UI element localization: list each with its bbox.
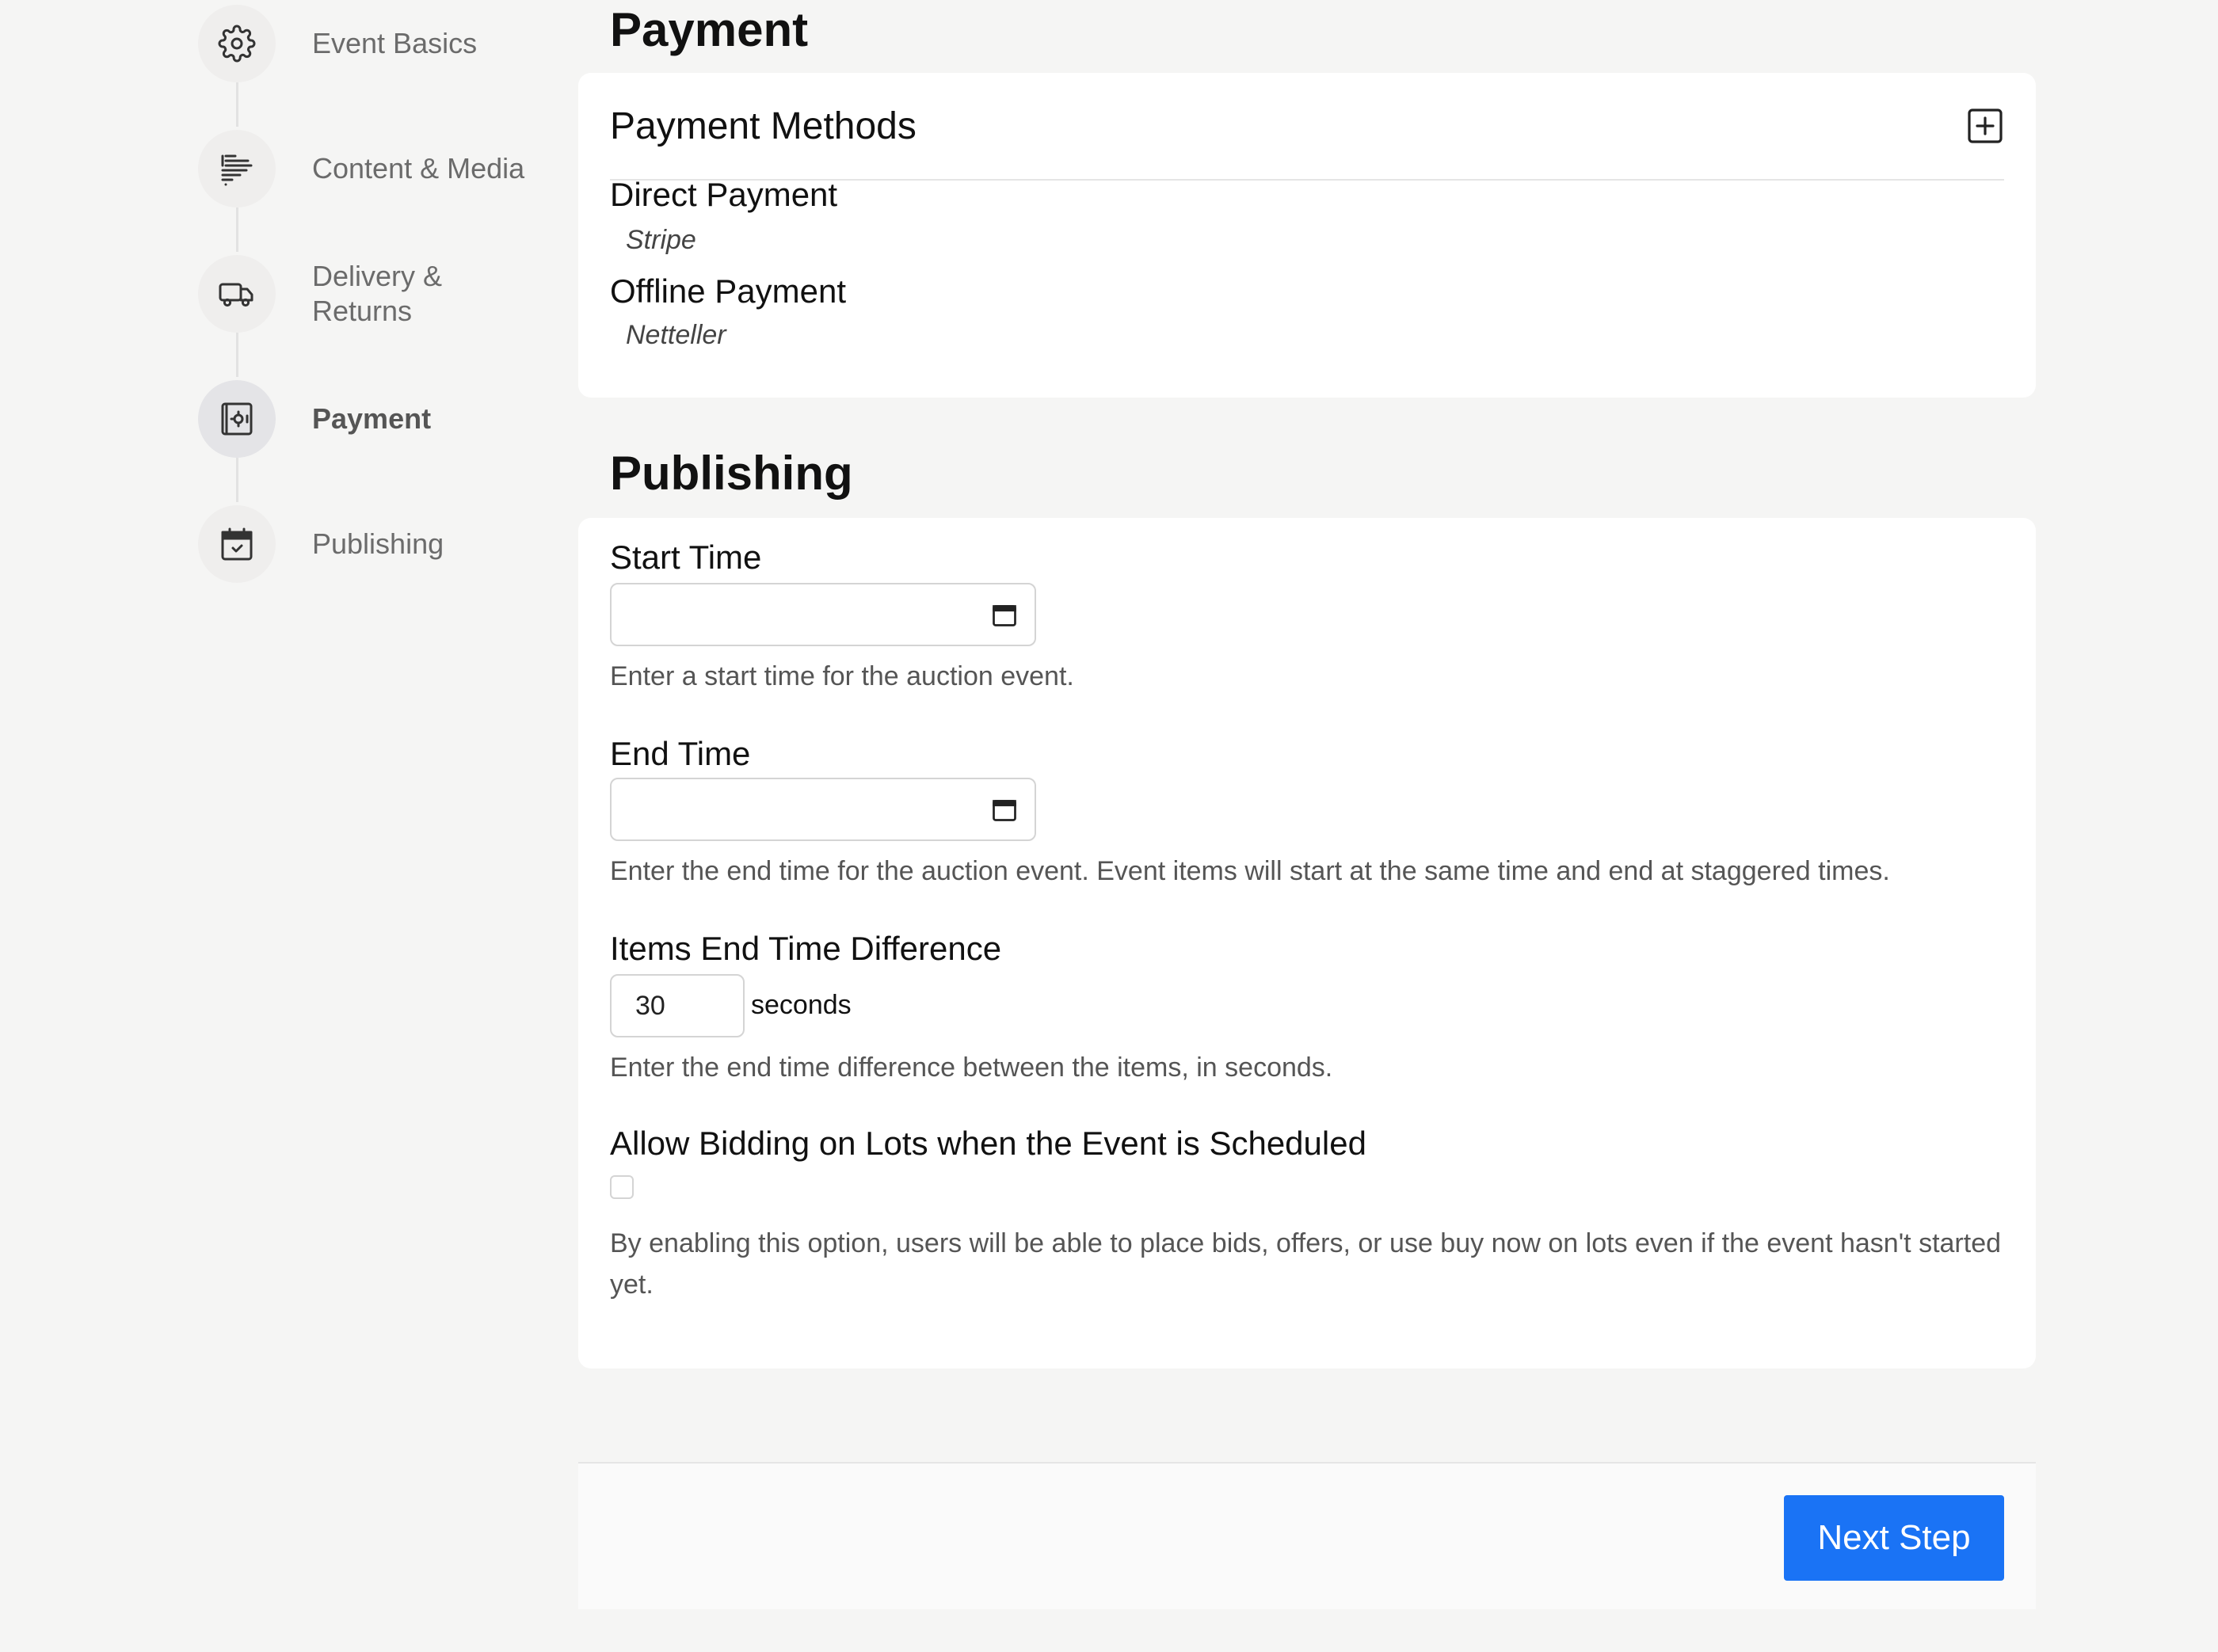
step-label: Content & Media	[312, 152, 525, 185]
truck-icon	[198, 255, 276, 333]
step-connector	[236, 82, 238, 127]
publishing-section-title: Publishing	[610, 447, 853, 500]
calendar-check-icon	[198, 505, 276, 583]
allow-bidding-checkbox[interactable]	[610, 1175, 634, 1199]
step-label: Delivery & Returns	[312, 260, 443, 327]
publishing-card: Start Time Enter a start time for the au…	[578, 518, 2036, 1368]
step-connector	[236, 333, 238, 377]
items-end-diff-input[interactable]: 30	[610, 974, 745, 1037]
payment-methods-title: Payment Methods	[610, 105, 917, 147]
step-connector	[236, 458, 238, 502]
step-content-media[interactable]: Content & Media	[198, 129, 562, 208]
items-end-diff-help: Enter the end time difference between th…	[610, 1052, 1333, 1083]
start-time-label: Start Time	[610, 539, 762, 576]
calendar-icon[interactable]	[990, 795, 1019, 824]
step-payment[interactable]: Payment	[198, 379, 562, 459]
next-step-button[interactable]: Next Step	[1784, 1495, 2004, 1581]
step-label: Publishing	[312, 527, 444, 560]
plus-square-icon	[1968, 108, 2003, 143]
end-time-label: End Time	[610, 735, 751, 772]
step-event-basics[interactable]: Event Basics	[198, 4, 562, 83]
end-time-help: Enter the end time for the auction event…	[610, 856, 1890, 886]
items-end-diff-label: Items End Time Difference	[610, 930, 1002, 967]
end-time-input[interactable]	[610, 778, 1036, 841]
start-time-input[interactable]	[610, 583, 1036, 646]
text-lines-icon	[198, 130, 276, 207]
wizard-footer: Next Step	[578, 1462, 2036, 1609]
safe-icon	[198, 380, 276, 458]
payment-section-title: Payment	[610, 3, 809, 56]
allow-bidding-help: By enabling this option, users will be a…	[610, 1228, 2002, 1300]
step-connector	[236, 207, 238, 252]
items-end-diff-unit: seconds	[751, 990, 852, 1020]
add-payment-method-button[interactable]	[1966, 107, 2004, 145]
allow-bidding-label: Allow Bidding on Lots when the Event is …	[610, 1125, 1366, 1162]
payment-method-title: Direct Payment	[610, 176, 838, 213]
payment-method-provider: Stripe	[626, 225, 696, 255]
gear-icon	[198, 5, 276, 82]
step-delivery-returns[interactable]: Delivery & Returns	[198, 254, 562, 333]
step-label: Payment	[312, 402, 432, 435]
payment-methods-header: Payment Methods	[610, 73, 2004, 181]
step-label: Event Basics	[312, 27, 478, 59]
start-time-help: Enter a start time for the auction event…	[610, 661, 1074, 691]
payment-method-provider: Netteller	[626, 320, 726, 350]
payment-method-title: Offline Payment	[610, 272, 847, 310]
payment-methods-card: Payment Methods Direct Payment Stripe Of…	[578, 73, 2036, 398]
calendar-icon[interactable]	[990, 600, 1019, 629]
step-publishing[interactable]: Publishing	[198, 504, 562, 584]
